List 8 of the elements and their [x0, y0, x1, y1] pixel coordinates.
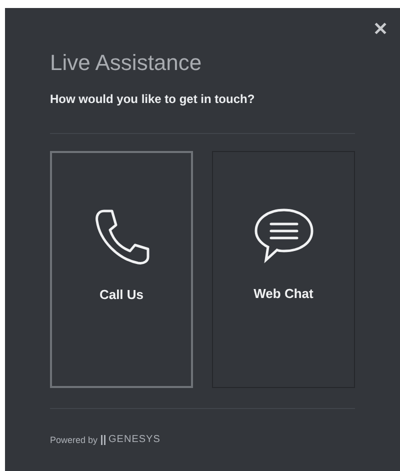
- brand-name: GENESYS: [108, 434, 160, 445]
- prompt-text: How would you like to get in touch?: [50, 92, 256, 106]
- contact-option-card[interactable]: Web Chat: [212, 151, 355, 388]
- contact-option-card[interactable]: Call Us: [50, 151, 193, 388]
- close-button[interactable]: ✕: [369, 16, 392, 42]
- dialog-title: Live Assistance: [50, 50, 203, 76]
- powered-by-text: Powered by: [50, 434, 98, 444]
- logo-icon: [100, 434, 106, 444]
